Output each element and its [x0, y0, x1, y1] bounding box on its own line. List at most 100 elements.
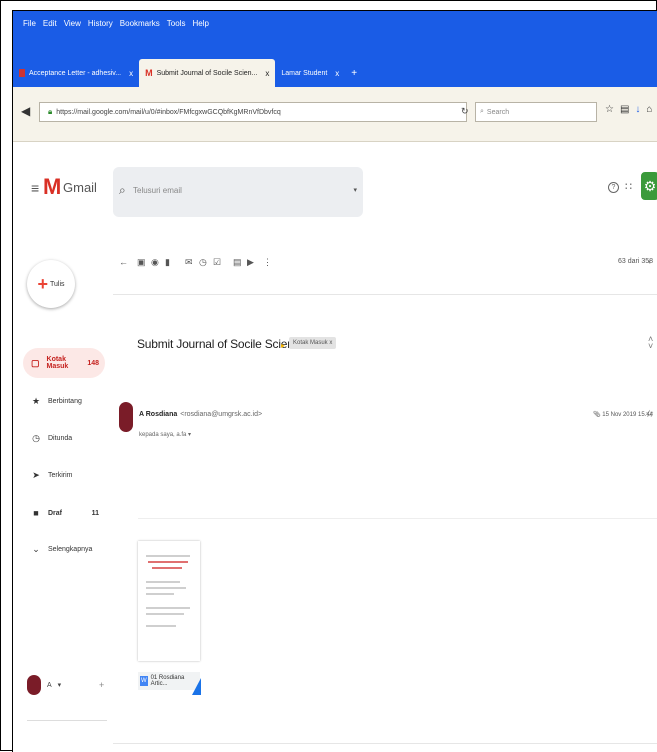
- tab-label: Acceptance Letter - adhesiv...: [29, 69, 122, 77]
- draft-icon: ■: [33, 508, 39, 518]
- expand-all-icon[interactable]: ˄ ˅: [648, 335, 653, 351]
- gmail-favicon-icon: M: [145, 68, 153, 78]
- compose-button[interactable]: + Tulis: [27, 260, 75, 308]
- settings-gear-icon[interactable]: ⚙: [641, 172, 657, 200]
- inbox-label-chip[interactable]: Kotak Masuk x: [289, 337, 337, 349]
- sidebar-item-label: Kotak Masuk: [46, 356, 69, 370]
- menu-bar: File Edit View History Bookmarks Tools H…: [23, 19, 209, 28]
- mail-search-input[interactable]: ⌕ Telusuri email ▾: [113, 167, 363, 217]
- new-tab-button[interactable]: +: [345, 59, 363, 87]
- mark-unread-icon[interactable]: ✉: [185, 257, 193, 268]
- browser-navbar: ◀ 🔒︎ https://mail.google.com/mail/u/0/#i…: [13, 87, 657, 142]
- tab-label: Lamar Student: [281, 69, 328, 77]
- sidebar-item-drafts[interactable]: ■ Draf 11: [23, 498, 105, 528]
- sidebar: + Tulis ▢ Kotak Masuk 148 ★ Berbintang ◷…: [13, 230, 113, 752]
- attachment-name-bar: W 01 Rosdiana Artic...: [138, 672, 200, 690]
- message-view: ← ▣ ◉ ▮ ✉ ◷ ☑ ▤ ▶ ⋮ 63 dari 358 ‹ Submit…: [113, 230, 657, 752]
- back-to-inbox-icon[interactable]: ←: [119, 257, 128, 267]
- tab-lamar-student[interactable]: Lamar Student x: [275, 59, 345, 87]
- compose-label: Tulis: [49, 280, 65, 288]
- browser-search-input[interactable]: ⌕ Search: [475, 102, 597, 122]
- menu-history[interactable]: History: [88, 19, 113, 28]
- url-text: https://mail.google.com/mail/u/0/#inbox/…: [56, 108, 281, 116]
- snooze-icon[interactable]: ◷: [199, 257, 207, 268]
- chevron-down-icon: ▾: [57, 682, 62, 689]
- browser-search-placeholder: Search: [486, 108, 510, 116]
- attachment-date: 📎︎ 15 Nov 2019 15.44: [593, 412, 654, 418]
- search-icon: ⌕: [119, 183, 126, 197]
- pdf-icon: [19, 69, 25, 77]
- tab-acceptance-letter[interactable]: Acceptance Letter - adhesiv... x: [13, 59, 139, 87]
- add-task-icon[interactable]: ☑: [213, 257, 221, 268]
- avatar: [27, 675, 41, 695]
- tab-submit-journal[interactable]: M Submit Journal of Socile Scien... x: [139, 59, 276, 87]
- download-icon[interactable]: ↓: [635, 104, 640, 115]
- close-tab-icon[interactable]: x: [129, 69, 133, 78]
- label-icon[interactable]: ▶: [247, 257, 254, 268]
- gmail-logo-text: Gmail: [63, 180, 97, 195]
- chevron-down-icon: ⌄: [32, 543, 40, 554]
- gmail-logo-icon[interactable]: M: [43, 174, 61, 200]
- account-switcher[interactable]: A ▾ +: [27, 675, 104, 695]
- sidebar-item-label: Draf: [48, 509, 63, 517]
- back-icon[interactable]: ◀: [21, 104, 30, 118]
- attachment-card[interactable]: W 01 Rosdiana Artic...: [138, 541, 201, 695]
- gmail-header: ≡ M Gmail ⌕ Telusuri email ▾ ? ∷ ⚙: [13, 142, 657, 230]
- newer-message-icon[interactable]: ‹: [648, 257, 651, 266]
- draft-count: 11: [91, 509, 99, 517]
- recipients-dropdown[interactable]: kepada saya, a.fa ▾: [139, 431, 191, 438]
- close-tab-icon[interactable]: x: [335, 69, 339, 78]
- sidebar-item-label: Terkirim: [48, 471, 73, 479]
- apps-grid-icon[interactable]: ∷: [625, 180, 632, 193]
- toolbar-icons: ☆ ▤ ↓ ⌂ ●: [605, 104, 657, 115]
- url-bar[interactable]: 🔒︎ https://mail.google.com/mail/u/0/#inb…: [39, 102, 467, 122]
- clipboard-icon[interactable]: ▤: [620, 104, 629, 115]
- sender-avatar: [119, 402, 133, 432]
- message-toolbar: ← ▣ ◉ ▮ ✉ ◷ ☑ ▤ ▶ ⋮ 63 dari 358 ‹: [113, 254, 657, 274]
- divider: [138, 518, 657, 519]
- move-to-icon[interactable]: ▤: [233, 257, 242, 268]
- unread-count: 148: [87, 359, 99, 367]
- home-icon[interactable]: ⌂: [646, 104, 652, 115]
- menu-icon[interactable]: ≡: [31, 180, 39, 196]
- word-doc-icon: W: [140, 676, 148, 686]
- menu-edit[interactable]: Edit: [43, 19, 57, 28]
- report-spam-icon[interactable]: ◉: [151, 257, 159, 268]
- bookmark-star-icon[interactable]: ☆: [605, 104, 614, 115]
- doc-corner-icon: [192, 678, 201, 695]
- menu-file[interactable]: File: [23, 19, 36, 28]
- sidebar-item-inbox[interactable]: ▢ Kotak Masuk 148: [23, 348, 105, 378]
- menu-tools[interactable]: Tools: [167, 19, 186, 28]
- sidebar-item-label: Ditunda: [48, 434, 73, 442]
- sender-email: <rosdiana@umgrsk.ac.id>: [180, 411, 263, 418]
- delete-icon[interactable]: ▮: [165, 257, 170, 268]
- sidebar-item-snoozed[interactable]: ◷ Ditunda: [23, 423, 105, 453]
- sidebar-item-more[interactable]: ⌄ Selengkapnya: [23, 534, 105, 564]
- archive-icon[interactable]: ▣: [137, 257, 146, 268]
- add-account-icon[interactable]: +: [99, 680, 104, 690]
- browser-titlebar: File Edit View History Bookmarks Tools H…: [13, 11, 657, 87]
- reload-icon[interactable]: ↻: [461, 106, 469, 117]
- help-icon[interactable]: ?: [608, 182, 619, 193]
- send-icon: ➤: [32, 469, 40, 480]
- menu-help[interactable]: Help: [192, 19, 208, 28]
- divider: [27, 720, 107, 721]
- menu-bookmarks[interactable]: Bookmarks: [120, 19, 160, 28]
- search-options-icon[interactable]: ▾: [353, 186, 357, 194]
- account-name: A: [47, 681, 52, 689]
- menu-view[interactable]: View: [64, 19, 81, 28]
- sidebar-item-label: Berbintang: [48, 397, 82, 405]
- tab-label: Submit Journal of Socile Scien...: [156, 69, 258, 77]
- plus-icon: +: [37, 274, 48, 294]
- important-marker-icon[interactable]: ▸: [281, 341, 285, 350]
- search-icon: ⌕: [480, 108, 484, 115]
- close-tab-icon[interactable]: x: [265, 69, 269, 78]
- sidebar-item-sent[interactable]: ➤ Terkirim: [23, 460, 105, 490]
- sender-line: A Rosdiana <rosdiana@umgrsk.ac.id>: [139, 411, 262, 418]
- tab-strip: Acceptance Letter - adhesiv... x M Submi…: [13, 56, 363, 87]
- attachment-thumbnail: [138, 541, 200, 661]
- star-icon[interactable]: ☆: [645, 409, 654, 420]
- sidebar-item-starred[interactable]: ★ Berbintang: [23, 386, 105, 416]
- more-options-icon[interactable]: ⋮: [263, 257, 272, 268]
- mail-search-placeholder: Telusuri email: [133, 186, 182, 195]
